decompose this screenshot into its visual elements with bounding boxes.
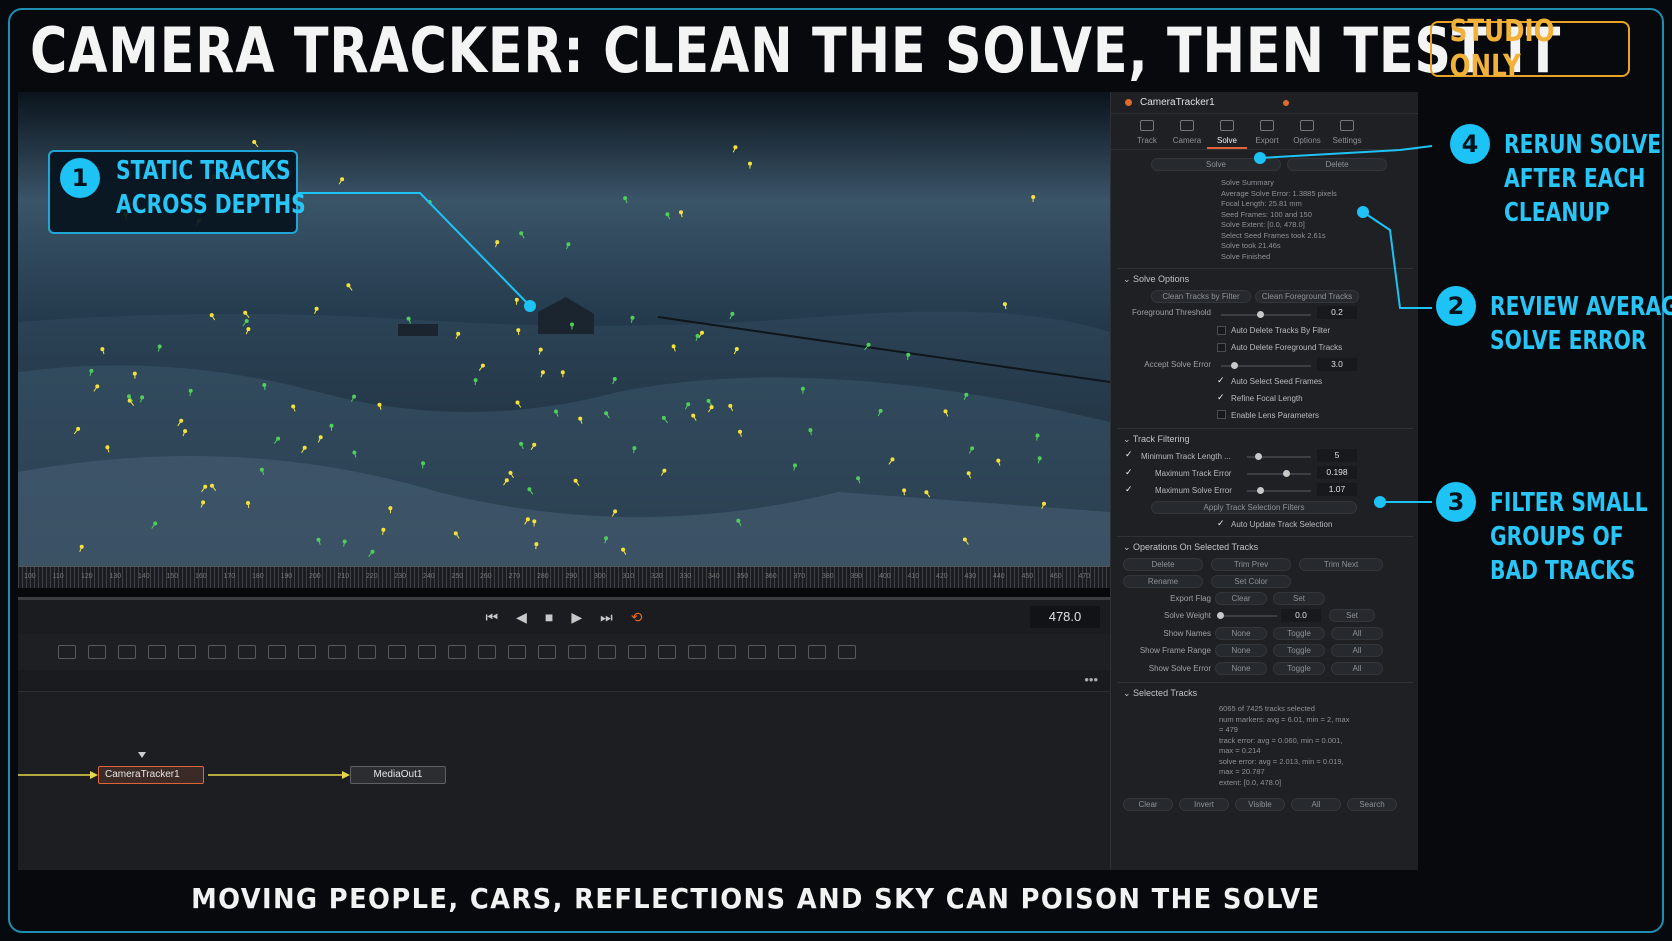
- callout-1-number: 1: [60, 158, 100, 198]
- callout-lines: [298, 145, 1433, 508]
- callout-3-number: 3: [1436, 482, 1476, 522]
- callout-4-number: 4: [1450, 124, 1490, 164]
- callout-2-text: REVIEW AVERAGE SOLVE ERROR: [1490, 292, 1672, 356]
- callout-4-text: RERUN SOLVE AFTER EACH CLEANUP: [1504, 130, 1662, 228]
- callout-1-text: STATIC TRACKS ACROSS DEPTHS: [116, 156, 306, 220]
- callout-2-number: 2: [1436, 286, 1476, 326]
- callout-3-text: FILTER SMALL GROUPS OF BAD TRACKS: [1490, 488, 1648, 586]
- bottom-caption: MOVING PEOPLE, CARS, REFLECTIONS AND SKY…: [191, 882, 1321, 915]
